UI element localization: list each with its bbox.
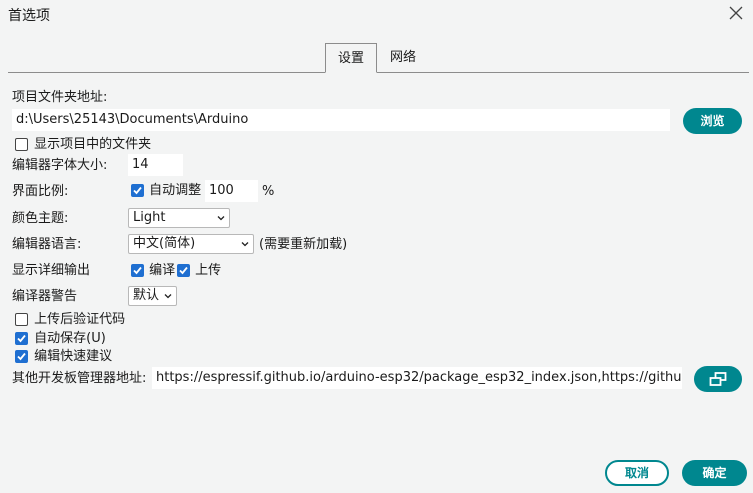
- verify-upload-label: 上传后验证代码: [34, 312, 126, 327]
- chevron-down-icon: [217, 216, 225, 221]
- quick-suggest-row[interactable]: 编辑快速建议: [15, 348, 112, 366]
- show-files-label: 显示项目中的文件夹: [34, 137, 152, 152]
- verbose-compile-label: 编译: [149, 263, 176, 278]
- scale-unit: %: [262, 184, 275, 199]
- verbose-compile-checkbox[interactable]: [131, 264, 144, 277]
- language-select[interactable]: 中文(简体): [128, 234, 254, 254]
- tab-divider: [8, 72, 749, 73]
- autosave-row[interactable]: 自动保存(U): [15, 330, 106, 348]
- open-window-icon: [709, 372, 727, 386]
- language-note: (需要重新加载): [259, 237, 348, 252]
- auto-scale-row[interactable]: 自动调整: [131, 182, 201, 200]
- quick-suggest-label: 编辑快速建议: [34, 349, 113, 364]
- editor-font-input[interactable]: 14: [128, 154, 183, 176]
- browse-button[interactable]: 浏览: [683, 108, 742, 134]
- verbose-compile-row[interactable]: 编译: [131, 262, 175, 280]
- auto-scale-checkbox[interactable]: [131, 184, 144, 197]
- ok-button[interactable]: 确定: [682, 460, 747, 486]
- board-urls-edit-button[interactable]: [694, 366, 742, 392]
- sketchbook-path-input[interactable]: d:\Users\25143\Documents\Arduino: [12, 109, 670, 131]
- scale-input[interactable]: 100: [205, 180, 258, 202]
- theme-select[interactable]: Light: [128, 208, 230, 228]
- chevron-down-icon: [164, 294, 172, 299]
- verbose-upload-label: 上传: [195, 263, 222, 278]
- tab-network[interactable]: 网络: [378, 43, 428, 73]
- auto-scale-label: 自动调整: [149, 183, 202, 198]
- theme-value: Light: [133, 210, 166, 225]
- chevron-down-icon: [241, 242, 249, 247]
- warnings-label: 编译器警告: [12, 289, 78, 304]
- language-value: 中文(简体): [133, 236, 196, 251]
- show-files-row[interactable]: 显示项目中的文件夹: [15, 136, 151, 154]
- language-label: 编辑器语言:: [12, 237, 82, 252]
- sketchbook-label: 项目文件夹地址:: [12, 90, 108, 105]
- warnings-value: 默认: [133, 288, 160, 303]
- verbose-upload-checkbox[interactable]: [177, 264, 190, 277]
- show-files-checkbox[interactable]: [15, 138, 28, 151]
- editor-font-label: 编辑器字体大小:: [12, 158, 108, 173]
- tab-settings[interactable]: 设置: [325, 43, 377, 73]
- dialog-title: 首选项: [8, 8, 50, 24]
- warnings-select[interactable]: 默认: [128, 286, 177, 306]
- autosave-label: 自动保存(U): [34, 331, 106, 346]
- scale-label: 界面比例:: [12, 184, 69, 199]
- autosave-checkbox[interactable]: [15, 332, 28, 345]
- board-urls-label: 其他开发板管理器地址:: [12, 371, 147, 386]
- verbose-upload-row[interactable]: 上传: [177, 262, 221, 280]
- verbose-label: 显示详细输出: [12, 263, 91, 278]
- quick-suggest-checkbox[interactable]: [15, 350, 28, 363]
- board-urls-input[interactable]: https://espressif.github.io/arduino-esp3…: [152, 367, 682, 389]
- theme-label: 颜色主题:: [12, 211, 69, 226]
- close-icon[interactable]: [729, 2, 743, 24]
- verify-upload-row[interactable]: 上传后验证代码: [15, 311, 125, 329]
- verify-upload-checkbox[interactable]: [15, 313, 28, 326]
- cancel-button[interactable]: 取消: [605, 460, 669, 486]
